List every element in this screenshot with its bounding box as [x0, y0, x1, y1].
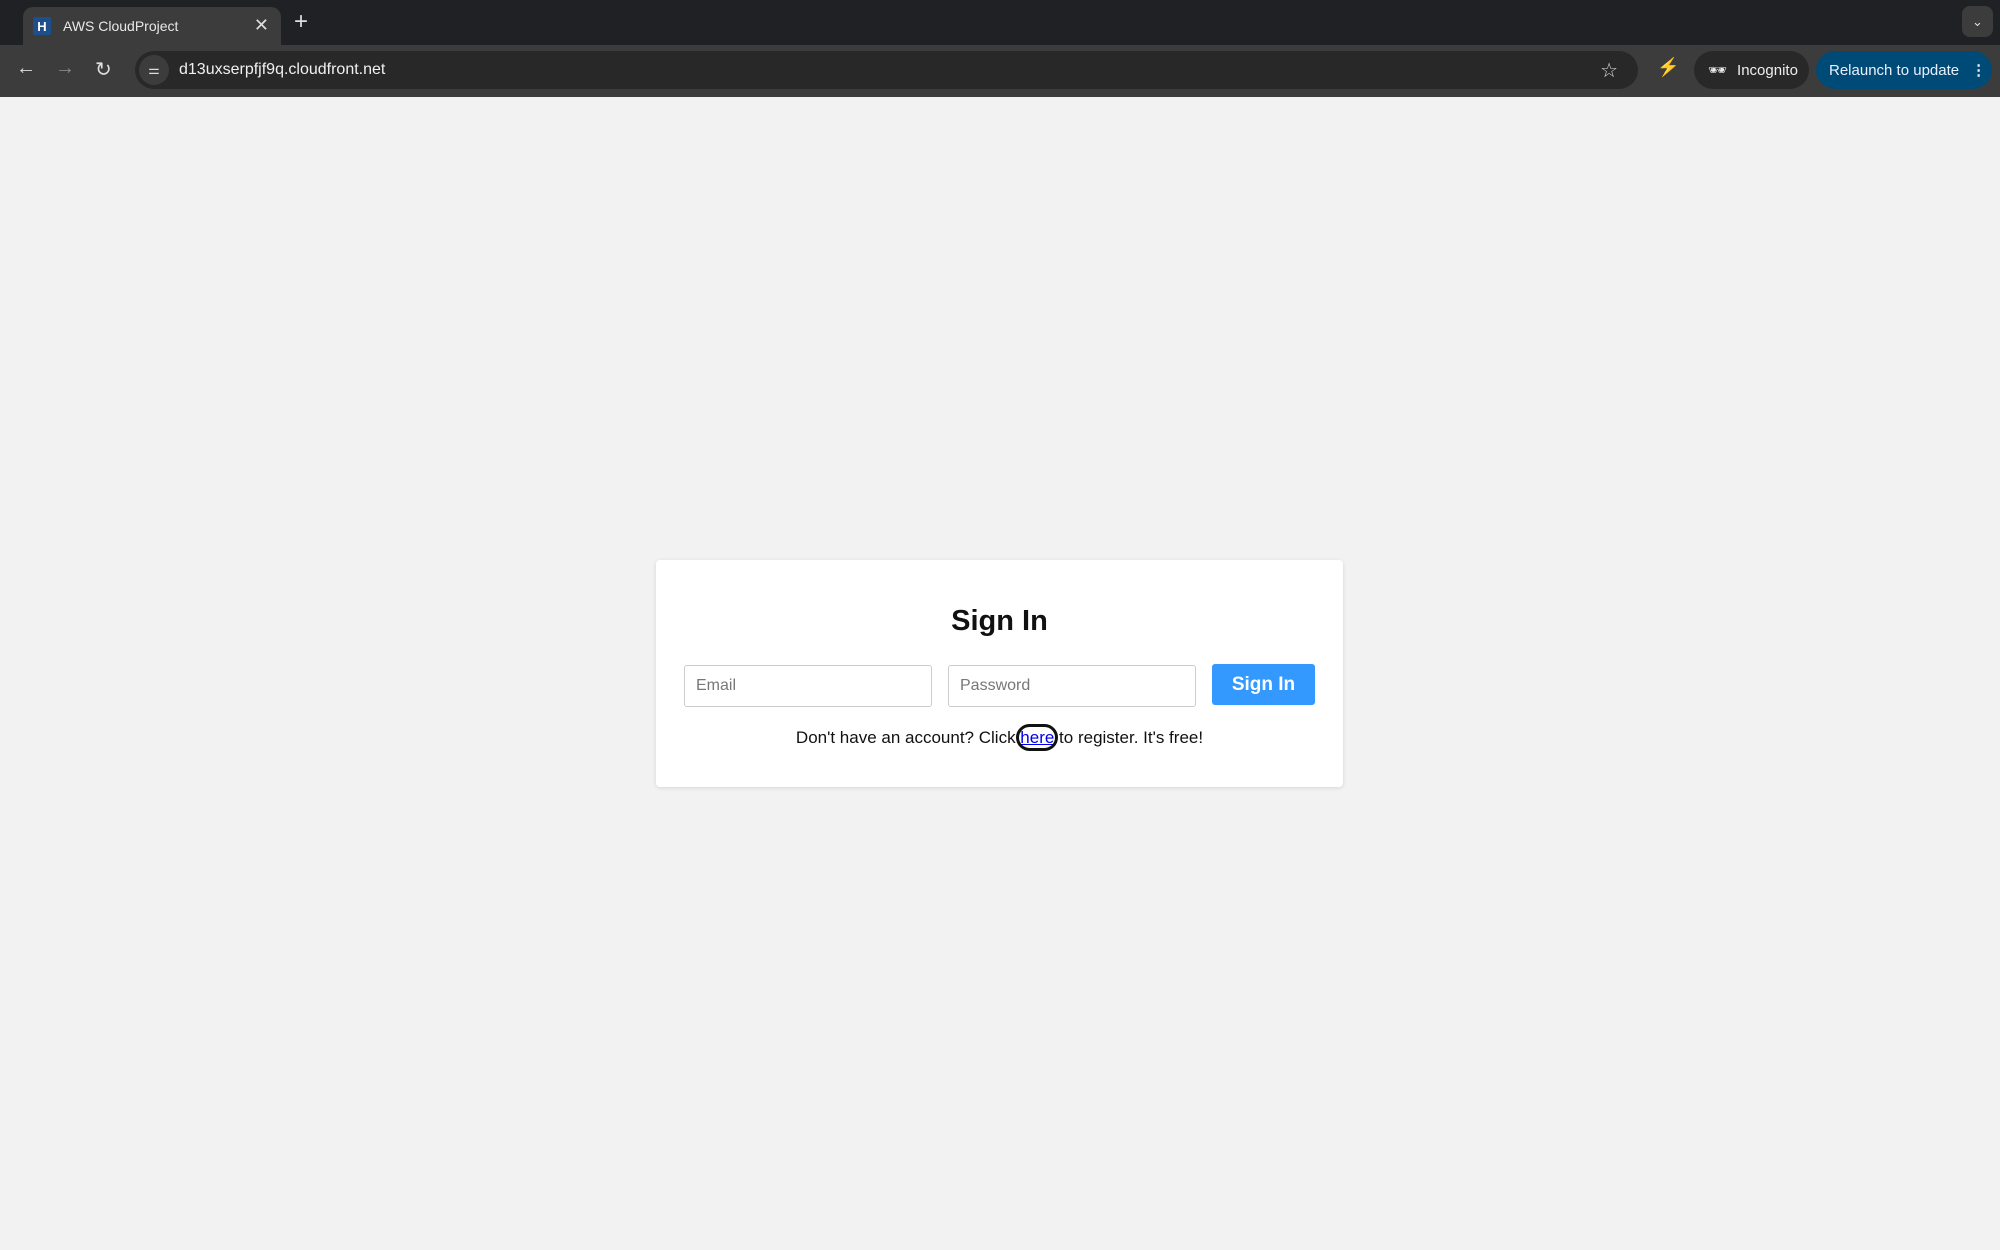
- favicon-icon: H: [33, 17, 51, 35]
- register-link[interactable]: here: [1016, 724, 1059, 751]
- menu-dots-icon[interactable]: ⋮: [1971, 61, 1986, 79]
- page-title: Sign In: [951, 605, 1048, 637]
- back-icon[interactable]: ←: [16, 57, 36, 80]
- forward-icon[interactable]: →: [55, 57, 75, 80]
- register-suffix: to register. It's free!: [1054, 728, 1204, 747]
- tab-title: AWS CloudProject: [63, 18, 179, 34]
- email-input[interactable]: [684, 665, 932, 707]
- address-bar[interactable]: ⚌ d13uxserpfjf9q.cloudfront.net ☆: [135, 51, 1638, 89]
- register-prompt: Don't have an account? Click here to reg…: [656, 724, 1343, 751]
- tab-bar: H AWS CloudProject ✕ + ⌄: [0, 0, 2000, 45]
- url-text[interactable]: d13uxserpfjf9q.cloudfront.net: [179, 61, 385, 79]
- password-input[interactable]: [948, 665, 1196, 707]
- browser-toolbar: ← → ↻ ⚌ d13uxserpfjf9q.cloudfront.net ☆ …: [0, 45, 2000, 97]
- register-prefix: Don't have an account? Click: [795, 728, 1021, 747]
- site-info-icon[interactable]: ⚌: [139, 55, 169, 85]
- incognito-button[interactable]: 🕶 Incognito: [1694, 51, 1809, 89]
- relaunch-label: Relaunch to update: [1829, 61, 1960, 79]
- close-tab-icon[interactable]: ✕: [254, 15, 269, 36]
- browser-tab[interactable]: H AWS CloudProject ✕: [23, 7, 281, 45]
- bookmark-star-icon[interactable]: ☆: [1600, 58, 1618, 83]
- reload-icon[interactable]: ↻: [95, 57, 112, 82]
- relaunch-button[interactable]: Relaunch to update ⋮: [1816, 51, 1992, 89]
- signin-card: Sign In Sign In Don't have an account? C…: [656, 560, 1343, 787]
- new-tab-button[interactable]: +: [294, 8, 308, 36]
- incognito-label: Incognito: [1737, 61, 1798, 79]
- tab-search-button[interactable]: ⌄: [1962, 6, 1993, 37]
- energy-saver-icon[interactable]: ⚡: [1657, 57, 1679, 78]
- incognito-icon: 🕶: [1708, 62, 1728, 79]
- sign-in-button[interactable]: Sign In: [1212, 664, 1315, 705]
